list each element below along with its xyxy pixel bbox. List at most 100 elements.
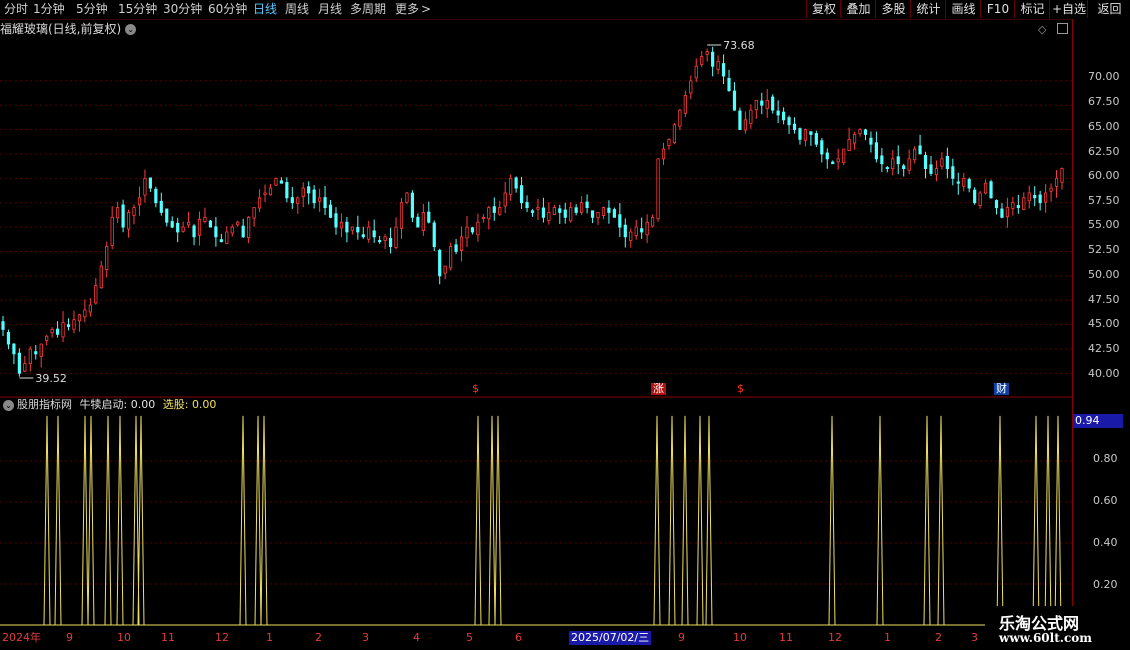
chevron-down-icon[interactable]: ⌄ [3,399,14,411]
candle-body [590,210,595,218]
indicator-spike [260,415,268,626]
candle-body [978,192,982,206]
candle-body [918,145,922,155]
toolbar-button-8[interactable]: 返回 [1087,0,1130,18]
candle-body [257,197,262,209]
more-arrow-icon[interactable]: > [421,1,431,17]
toolbar-button-3[interactable]: 统计 [910,0,946,18]
candle-body [967,178,971,189]
candle-body [498,207,502,215]
period-tab-4[interactable]: 30分钟 [163,1,202,17]
toolbar-button-0[interactable]: 复权 [806,0,841,18]
candle-body [874,142,879,160]
period-tab-8[interactable]: 月线 [318,1,342,17]
toolbar-button-1[interactable]: 叠加 [840,0,876,18]
candle-body [580,202,584,213]
candle-body [399,202,404,229]
period-tab-7[interactable]: 周线 [285,1,309,17]
candle-body [836,158,840,163]
candle-body [83,309,87,318]
period-tab-9[interactable]: 多周期 [350,1,386,17]
period-toolbar: 分时 1分钟 5分钟 15分钟 30分钟 60分钟 日线 周线 月线 多周期 更多 > 复权 叠加 多股 统计… [0,0,1130,20]
price-tick-label: 50.00 [1088,268,1120,281]
date-tick-label: 2 [315,631,322,644]
candle-body [28,348,32,364]
event-marker[interactable]: $ [470,383,481,395]
price-tick-label: 52.50 [1088,243,1120,256]
kline-chart[interactable]: 73.68 39.52 [0,19,1073,631]
candle-body [449,246,453,269]
period-tab-0[interactable]: 分时 [4,1,28,17]
period-tab-3[interactable]: 15分钟 [118,1,157,17]
date-tick-label: 5 [466,631,473,644]
price-tick-label: 65.00 [1088,120,1120,133]
candle-body [563,209,567,218]
candle-body [525,202,529,209]
candle-body [154,188,158,204]
candle-body [1011,202,1015,209]
candle-body [137,197,142,206]
candle-body [1016,205,1020,209]
candle-body [61,322,65,338]
indicator-spike [681,415,689,626]
candle-body [6,332,11,345]
candle-body [454,244,458,252]
candle-body [940,158,944,167]
candle-body [50,329,54,334]
indicator-spike [923,415,931,626]
candle-body [792,123,797,131]
indicator-spike [876,415,884,626]
event-marker[interactable]: $ [735,383,746,395]
candle-body [1000,208,1004,218]
candle-body [279,180,283,184]
candle-body [869,137,873,145]
period-tab-10[interactable]: 更多 [395,1,419,17]
date-axis: 2024年 9 10 11 12 1 2 3 4 5 6 2025/07/02/三 9 10 11 12 1 2 3 [0,631,1073,645]
candle-body [432,222,436,247]
candle-body [814,133,818,145]
date-tick-label: 12 [828,631,842,644]
candle-body [585,201,589,209]
toolbar-button-5[interactable]: F10 [980,0,1015,18]
candle-body [307,186,311,194]
candle-body [438,249,442,277]
period-tab-6[interactable]: 日线 [253,1,277,17]
candle-body [678,109,682,127]
candle-body [1033,194,1037,199]
period-tab-1[interactable]: 1分钟 [33,1,65,17]
toolbar-button-7[interactable]: +自选 [1049,0,1088,18]
candle-body [896,156,900,165]
event-marker[interactable]: 涨 [651,383,666,395]
candle-body [541,207,546,218]
candle-body [951,166,955,179]
candle-body [208,220,213,228]
indicator-value-1: 0.00 [130,398,156,411]
candle-body [640,228,644,233]
period-tab-2[interactable]: 5分钟 [76,1,108,17]
candle-body [34,351,38,355]
candle-body [656,158,660,220]
candle-body [667,138,671,147]
toolbar-button-4[interactable]: 画线 [945,0,981,18]
date-tick-label: 10 [733,631,747,644]
toolbar-button-6[interactable]: 标记 [1014,0,1050,18]
candle-body [782,111,786,121]
event-marker[interactable]: 财 [994,383,1009,395]
date-tick-label: 1 [884,631,891,644]
candle-body [388,237,393,247]
low-price-label: 39.52 [35,372,67,385]
price-tick-label: 70.00 [1088,70,1120,83]
candle-body [891,158,895,169]
candle-body [530,210,535,213]
date-tick-label: 6 [515,631,522,644]
period-tab-5[interactable]: 60分钟 [208,1,247,17]
date-tick-label: 10 [117,631,131,644]
candle-body [994,200,999,209]
toolbar-button-2[interactable]: 多股 [875,0,911,18]
date-tick-label: 2024年 [2,631,41,644]
candle-body [203,216,207,222]
candle-body [181,226,185,232]
date-tick-label: 12 [215,631,229,644]
candle-body [121,204,125,228]
indicator-tick-label: 0.60 [1093,494,1118,507]
